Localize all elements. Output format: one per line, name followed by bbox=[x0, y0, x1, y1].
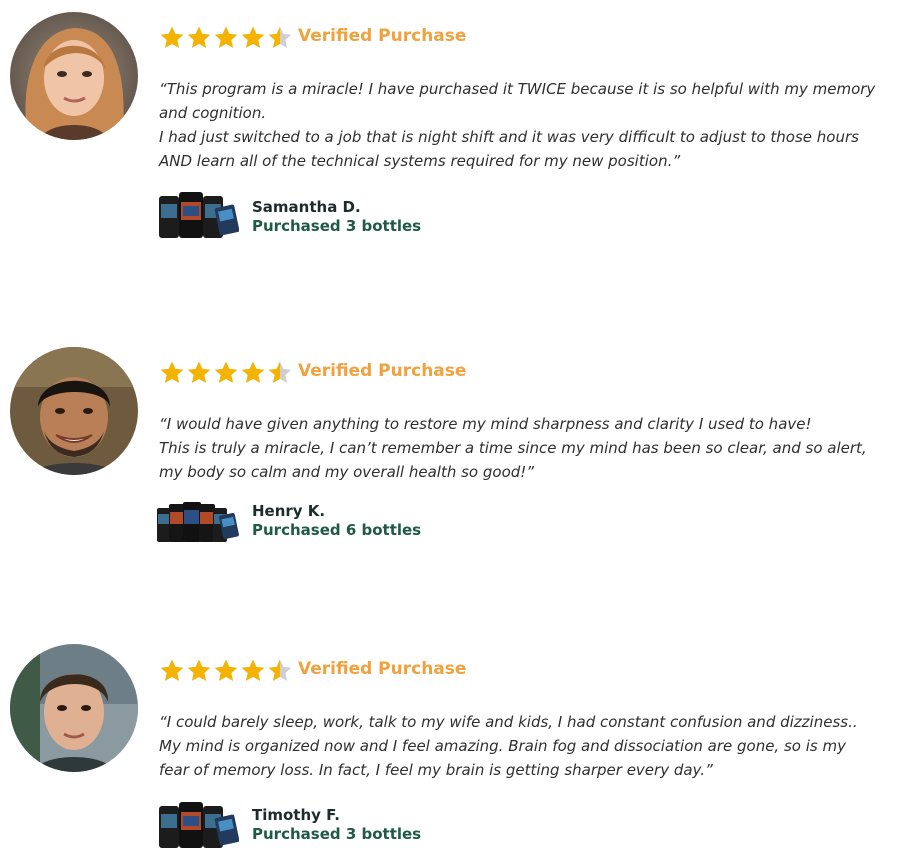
verified-purchase-label: Verified Purchase bbox=[298, 659, 467, 679]
purchase-quantity: Purchased 3 bottles bbox=[252, 825, 422, 843]
quote-line: My mind is organized now and I feel amaz… bbox=[159, 737, 846, 755]
review-card: Verified Purchase “I could barely sleep,… bbox=[0, 0, 919, 867]
quote-line: “I could barely sleep, work, talk to my … bbox=[159, 713, 858, 731]
reviewer-avatar bbox=[10, 644, 138, 772]
star-icon bbox=[186, 658, 212, 684]
quote-line: fear of memory loss. In fact, I feel my … bbox=[159, 761, 713, 779]
star-icon bbox=[213, 658, 239, 684]
star-icon bbox=[159, 658, 185, 684]
reviewer-name: Timothy F. bbox=[252, 806, 340, 824]
star-icon bbox=[267, 658, 293, 684]
review-quote: “I could barely sleep, work, talk to my … bbox=[159, 710, 919, 782]
star-icon bbox=[240, 658, 266, 684]
star-rating bbox=[159, 658, 293, 684]
three-bottle-pack-icon bbox=[157, 800, 239, 850]
